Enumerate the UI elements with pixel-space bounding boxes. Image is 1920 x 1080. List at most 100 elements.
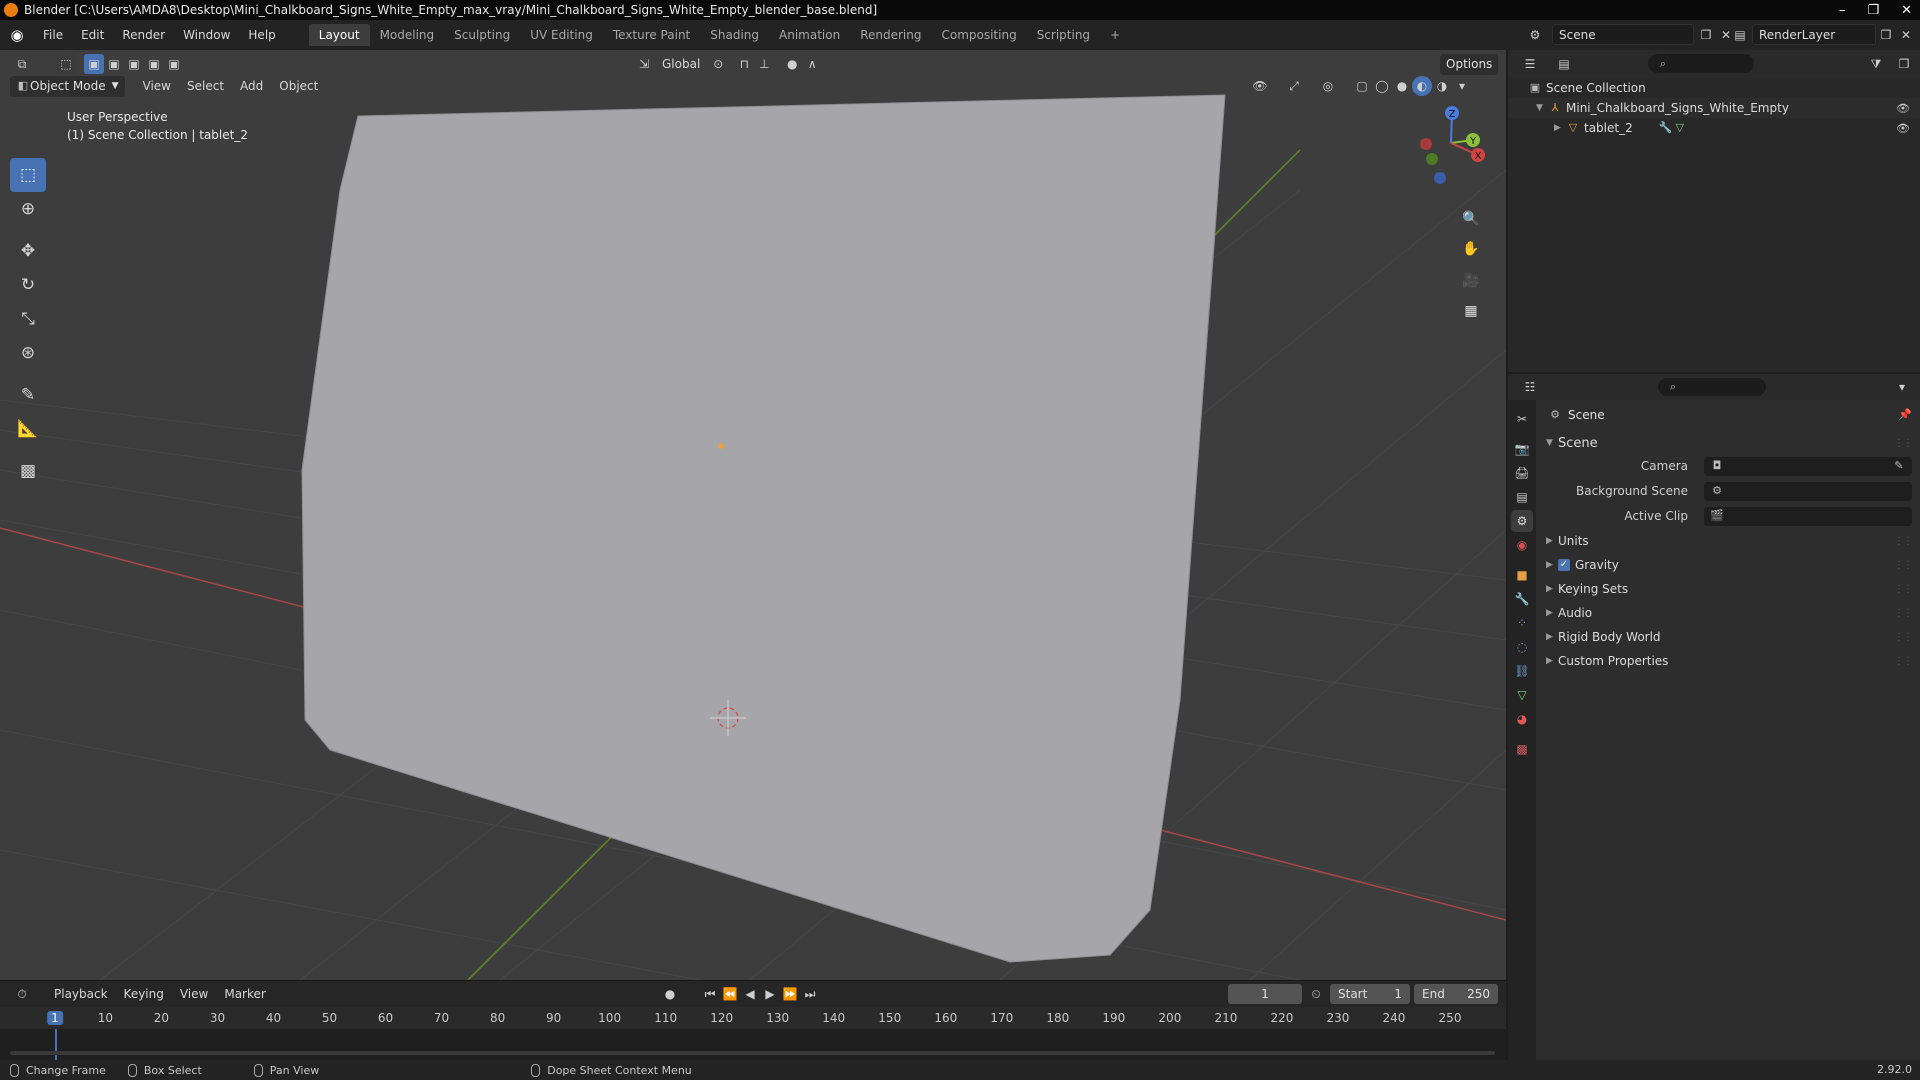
menu-timeline-view[interactable]: View — [172, 987, 216, 1001]
expand-rigid-body-icon[interactable]: ▶ — [1546, 632, 1558, 642]
menu-marker[interactable]: Marker — [216, 987, 273, 1001]
new-collection-icon[interactable]: ❐ — [1894, 54, 1914, 74]
outliner-editor-type-icon[interactable]: ☰ — [1520, 54, 1540, 74]
select-extend-icon[interactable]: ▣ — [104, 54, 124, 74]
zoom-icon[interactable]: 🔍 — [1458, 206, 1484, 232]
modifier-tab-icon[interactable]: 🔧 — [1511, 588, 1533, 610]
select-invert-icon[interactable]: ▣ — [144, 54, 164, 74]
gizmo-neg-y[interactable] — [1426, 153, 1438, 165]
play-reverse-icon[interactable]: ◀ — [740, 984, 760, 1004]
menu-object[interactable]: Object — [271, 79, 326, 93]
tab-sculpting[interactable]: Sculpting — [444, 24, 520, 46]
properties-search-input[interactable]: ⌕ — [1658, 378, 1766, 396]
panel-gravity[interactable]: ▶ ✓ Gravity ⋮⋮ — [1536, 554, 1920, 576]
timeline-scrollbar[interactable] — [10, 1051, 1495, 1055]
axis-gizmo[interactable]: Z Y X — [1406, 98, 1496, 188]
view-layer-selector[interactable]: RenderLayer — [1752, 24, 1876, 45]
prev-keyframe-icon[interactable]: ⏪ — [720, 984, 740, 1004]
outliner-search-input[interactable]: ⌕ — [1648, 54, 1754, 73]
scene-tab-icon[interactable]: ⚙ — [1511, 510, 1533, 532]
gizmo-neg-z[interactable] — [1434, 172, 1446, 184]
maximize-button[interactable]: ❐ — [1867, 3, 1879, 18]
expand-audio-icon[interactable]: ▶ — [1546, 608, 1558, 618]
pan-hand-icon[interactable]: ✋ — [1458, 236, 1484, 262]
move-tool-icon[interactable]: ✥ — [10, 234, 46, 268]
timeline-editor-type-icon[interactable]: ⏱ — [12, 984, 32, 1004]
select-box-tool-icon[interactable]: ⬚ — [10, 158, 46, 192]
select-new-icon[interactable]: ▣ — [84, 54, 104, 74]
close-button[interactable]: ✕ — [1901, 3, 1912, 18]
add-cube-tool-icon[interactable]: ▩ — [10, 454, 46, 488]
expand-keying-sets-icon[interactable]: ▶ — [1546, 584, 1558, 594]
timeline-track[interactable] — [0, 1029, 1506, 1061]
editor-type-icon[interactable]: ⧉ — [12, 54, 32, 74]
visibility-icon[interactable]: 👁 — [1250, 76, 1270, 96]
particles-tab-icon[interactable]: ⁘ — [1511, 612, 1533, 634]
next-keyframe-icon[interactable]: ⏩ — [780, 984, 800, 1004]
menu-help[interactable]: Help — [239, 24, 284, 46]
gizmo-toggle-icon[interactable]: ⤢ — [1284, 76, 1304, 96]
material-tab-icon[interactable]: ◕ — [1511, 708, 1533, 730]
menu-file[interactable]: File — [34, 24, 72, 46]
select-tool-icon[interactable]: ⬚ — [56, 54, 76, 74]
material-shading-icon[interactable]: ◐ — [1412, 76, 1432, 96]
menu-select[interactable]: Select — [179, 79, 232, 93]
chalkboard-mesh[interactable] — [301, 94, 1226, 963]
preview-range-icon[interactable]: ⏲ — [1306, 984, 1326, 1004]
select-subtract-icon[interactable]: ▣ — [124, 54, 144, 74]
scale-tool-icon[interactable]: ⤡ — [10, 302, 46, 336]
menu-render[interactable]: Render — [113, 24, 174, 46]
falloff-icon[interactable]: ∧ — [802, 54, 822, 74]
camera-field[interactable]: ◘ ✎ — [1704, 456, 1912, 476]
view-layer-tab-icon[interactable]: ▤ — [1511, 486, 1533, 508]
expand-collection-icon[interactable]: ▼ — [1536, 103, 1548, 113]
ortho-grid-icon[interactable]: ▦ — [1458, 298, 1484, 324]
playhead-line[interactable] — [55, 1029, 57, 1061]
pivot-point-icon[interactable]: ⊙ — [708, 54, 728, 74]
panel-units[interactable]: ▶ Units ⋮⋮ — [1536, 530, 1920, 552]
new-view-layer-icon[interactable]: ❐ — [1876, 25, 1896, 45]
object-mode-dropdown[interactable]: ◧ Object Mode ▼ — [10, 75, 125, 97]
autokey-record-icon[interactable]: ● — [660, 984, 680, 1004]
tab-scripting[interactable]: Scripting — [1027, 24, 1100, 46]
view-layer-icon[interactable]: ▤ — [1730, 25, 1750, 45]
scene-icon[interactable]: ⚙ — [1525, 25, 1545, 45]
output-tab-icon[interactable]: 🖨 — [1511, 462, 1533, 484]
tab-modeling[interactable]: Modeling — [370, 24, 445, 46]
menu-edit[interactable]: Edit — [72, 24, 113, 46]
timeline-ruler[interactable]: 1 10 20 30 40 50 60 70 80 90 100 110 120 130 140 150 160… — [0, 1007, 1506, 1029]
tab-rendering[interactable]: Rendering — [850, 24, 931, 46]
object-visibility-icon[interactable]: 👁 — [1896, 122, 1910, 135]
panel-rigid-body-world[interactable]: ▶ Rigid Body World ⋮⋮ — [1536, 626, 1920, 648]
proportional-edit-icon[interactable]: ● — [782, 54, 802, 74]
eyedropper-icon[interactable]: ✎ — [1892, 459, 1906, 473]
expand-units-icon[interactable]: ▶ — [1546, 536, 1558, 546]
playhead-frame-indicator[interactable]: 1 — [47, 1011, 63, 1025]
transform-tool-icon[interactable]: ⊛ — [10, 336, 46, 370]
expand-custom-properties-icon[interactable]: ▶ — [1546, 656, 1558, 666]
outliner-row-collection[interactable]: ▼ ⅄ Mini_Chalkboard_Signs_White_Empty 👁 — [1508, 98, 1920, 118]
render-tab-icon[interactable]: 📷 — [1511, 438, 1533, 460]
panel-audio[interactable]: ▶ Audio ⋮⋮ — [1536, 602, 1920, 624]
snap-target-icon[interactable]: ⊥ — [754, 54, 774, 74]
gizmo-neg-x[interactable] — [1420, 138, 1432, 150]
add-workspace-button[interactable]: + — [1100, 24, 1130, 46]
annotate-tool-icon[interactable]: ✎ — [10, 378, 46, 412]
expand-object-icon[interactable]: ▶ — [1554, 123, 1566, 133]
solid-shading-icon[interactable]: ● — [1392, 76, 1412, 96]
new-scene-icon[interactable]: ❐ — [1696, 25, 1716, 45]
filter-icon[interactable]: ⧩ — [1866, 54, 1886, 74]
menu-add[interactable]: Add — [232, 79, 271, 93]
panel-scene[interactable]: ▼ Scene ⋮⋮ — [1536, 432, 1920, 454]
outliner-row-object[interactable]: ▶ ▽ tablet_2 🔧 ▽ 👁 — [1508, 118, 1920, 138]
menu-keying[interactable]: Keying — [116, 987, 172, 1001]
jump-end-icon[interactable]: ⏭ — [800, 984, 820, 1004]
tab-layout[interactable]: Layout — [308, 24, 370, 46]
tab-compositing[interactable]: Compositing — [931, 24, 1026, 46]
menu-playback[interactable]: Playback — [46, 987, 116, 1001]
camera-view-icon[interactable]: 🎥 — [1458, 268, 1484, 294]
rendered-shading-icon[interactable]: ◑ — [1432, 76, 1452, 96]
tab-texture-paint[interactable]: Texture Paint — [603, 24, 700, 46]
rotate-tool-icon[interactable]: ↻ — [10, 268, 46, 302]
snap-icon[interactable]: ⊓ — [734, 54, 754, 74]
